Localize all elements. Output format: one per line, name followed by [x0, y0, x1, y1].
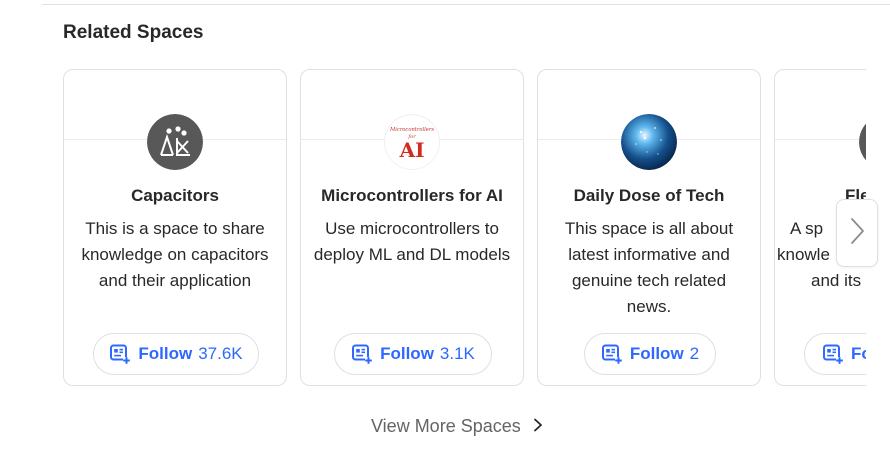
follow-label: Follow: [380, 344, 434, 363]
space-description: This space is all about latest informati…: [564, 219, 734, 316]
space-card-capacitors[interactable]: Capacitors This is a space to share know…: [63, 69, 287, 386]
follow-space-icon: [351, 343, 373, 365]
space-description: This is a space to share knowledge on ca…: [81, 219, 269, 290]
daily-dose-of-tech-avatar[interactable]: [621, 114, 677, 170]
follow-space-icon: [601, 343, 623, 365]
space-name[interactable]: Capacitors: [72, 186, 278, 206]
space-name[interactable]: Microcontrollers for AI: [309, 186, 515, 206]
follower-count: 3.1K: [439, 344, 475, 363]
follow-space-icon: [109, 343, 131, 365]
svg-text:AI: AI: [399, 138, 425, 162]
space-card-daily-dose-of-tech[interactable]: Daily Dose of Tech This space is all abo…: [537, 69, 761, 386]
chevron-right-icon: [848, 216, 866, 251]
follow-button[interactable]: Follow 3.1K: [334, 333, 492, 375]
microcontrollers-avatar[interactable]: Microcontrollers for AI: [384, 114, 440, 170]
space-name[interactable]: Daily Dose of Tech: [546, 186, 752, 206]
follow-button[interactable]: Follow 2: [584, 333, 716, 375]
follower-count: 2: [689, 344, 700, 363]
card-banner: [775, 70, 866, 140]
follow-label: Fo: [851, 344, 866, 363]
follow-label: Follow: [629, 344, 684, 363]
follow-button[interactable]: Fo: [804, 333, 866, 375]
follow-label: Follow: [138, 344, 193, 363]
carousel-next-button[interactable]: [836, 199, 878, 267]
view-more-spaces-link[interactable]: View More Spaces: [371, 416, 543, 437]
space-description: Use microcontrollers to deploy ML and DL…: [313, 219, 511, 264]
section-title: Related Spaces: [63, 22, 204, 43]
follow-space-icon: [822, 343, 844, 365]
top-divider: [42, 4, 890, 5]
follow-button[interactable]: Follow 37.6K: [93, 333, 259, 375]
follower-count: 37.6K: [198, 344, 243, 363]
svg-text:Microcontrollers: Microcontrollers: [389, 127, 434, 133]
chevron-right-icon: [521, 416, 543, 437]
space-card-microcontrollers-for-ai[interactable]: Microcontrollers for AI Microcontrollers…: [300, 69, 524, 386]
capacitors-avatar[interactable]: [147, 114, 203, 170]
view-more-label: View More Spaces: [371, 416, 521, 436]
spaces-carousel: Capacitors This is a space to share know…: [63, 69, 866, 388]
